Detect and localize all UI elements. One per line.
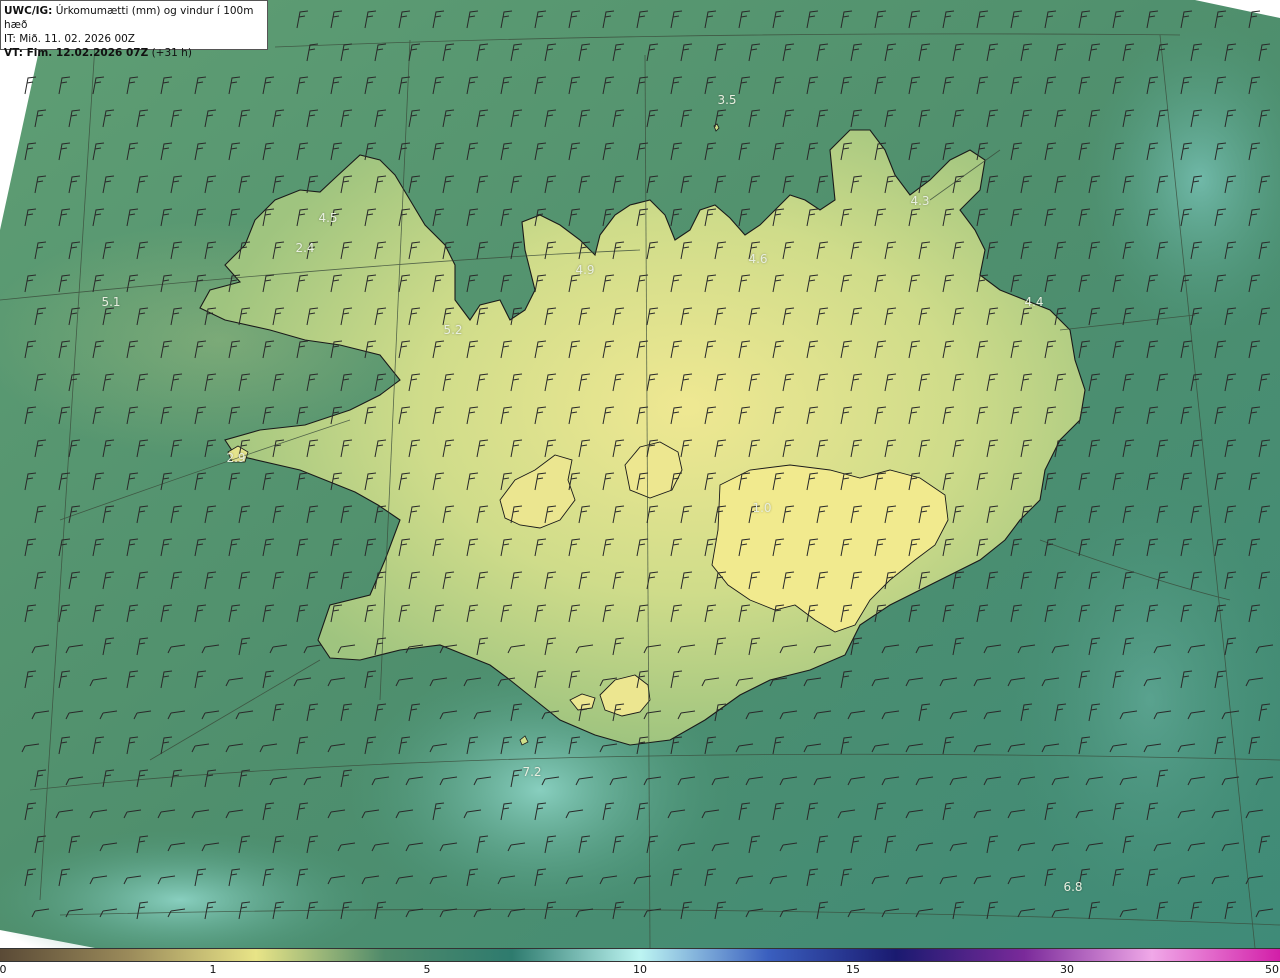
- colorbar-tick-label: 1: [209, 963, 217, 976]
- precip-value-label: 4.6: [748, 252, 768, 266]
- precip-value-label: 5.1: [101, 295, 121, 309]
- map-area: 3.5 4.5 2.4 4.3 4.9 4.6 5.1 5.2 4.4 2.9 1.0 7.2 6.8: [0, 0, 1280, 948]
- precip-value-label: 2.4: [295, 241, 315, 255]
- precip-value-label: 4.5: [318, 211, 338, 225]
- precip-value-label: 4.3: [910, 194, 930, 208]
- colorbar-tick-label: 0: [0, 963, 7, 976]
- colorbar-tick-label: 10: [633, 963, 647, 976]
- valid-time: VT: Fim. 12.02.2026 07Z: [4, 47, 149, 59]
- colorbar-strip: [0, 948, 1280, 962]
- precip-value-label: 1.0: [752, 501, 772, 515]
- colorbar-tick-label: 5: [423, 963, 431, 976]
- colorbar-tick-label: 30: [1060, 963, 1074, 976]
- forecast-lead: (+31 h): [151, 47, 192, 59]
- precip-value-label: 4.4: [1024, 295, 1044, 309]
- info-box: UWC/IG: Úrkomumætti (mm) og vindur í 100…: [0, 0, 268, 59]
- title-line: UWC/IG: Úrkomumætti (mm) og vindur í 100…: [4, 4, 264, 32]
- colorbar: 0 1 5 10 15 30 50: [0, 948, 1280, 978]
- colorbar-tick-label: 15: [846, 963, 860, 976]
- precip-value-label: 7.2: [522, 765, 542, 779]
- colorbar-tick-label: 50: [1265, 963, 1279, 976]
- issue-time: IT: Mið. 11. 02. 2026 00Z: [4, 33, 135, 45]
- map-canvas: [0, 0, 1280, 948]
- precip-value-label: 4.9: [575, 263, 595, 277]
- title-prefix: UWC/IG:: [4, 5, 53, 17]
- precip-value-label: 2.9: [226, 451, 246, 465]
- precip-value-label: 5.2: [443, 323, 463, 337]
- valid-time-line: VT: Fim. 12.02.2026 07Z (+31 h): [4, 46, 264, 60]
- precip-value-label: 6.8: [1063, 880, 1083, 894]
- precip-value-label: 3.5: [717, 93, 737, 107]
